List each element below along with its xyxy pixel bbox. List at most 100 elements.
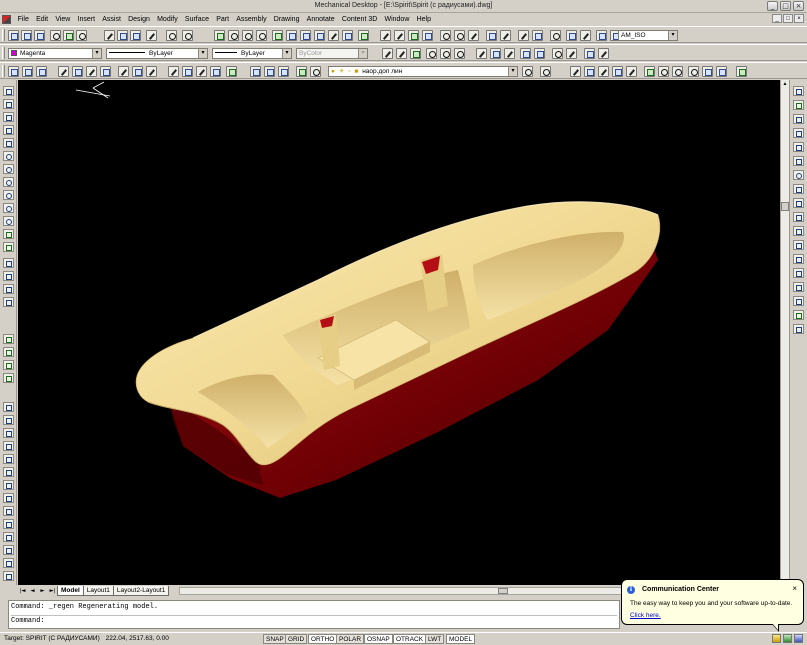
dim-tool-11-icon[interactable] <box>534 48 545 59</box>
dim-tool-13-icon[interactable] <box>566 48 577 59</box>
modify-tool-10-icon[interactable] <box>3 467 14 477</box>
ellipse-arc-icon[interactable] <box>3 216 14 226</box>
menu-surface[interactable]: Surface <box>181 16 212 23</box>
find-icon[interactable] <box>76 30 87 41</box>
help-icon[interactable] <box>358 30 369 41</box>
menu-drawing[interactable]: Drawing <box>270 16 303 23</box>
preview-icon[interactable] <box>63 30 74 41</box>
tray-lock-icon[interactable] <box>783 634 792 643</box>
sheet-set-icon[interactable] <box>314 30 325 41</box>
model-toggle[interactable]: MODEL <box>446 634 476 644</box>
undo-2-icon[interactable] <box>522 66 533 77</box>
dim-tool-4-icon[interactable] <box>426 48 437 59</box>
linetype-select[interactable]: ByLayer ▾ <box>106 48 208 59</box>
mech-tool-6-icon[interactable] <box>644 66 655 77</box>
right-tool-6-icon[interactable] <box>793 156 804 166</box>
modify-tool-5-icon[interactable] <box>3 402 14 412</box>
dim-tool-8-icon[interactable] <box>490 48 501 59</box>
copy-icon[interactable] <box>117 30 128 41</box>
menu-part[interactable]: Part <box>213 16 233 23</box>
redo-icon[interactable] <box>182 30 193 41</box>
plotstyle-select[interactable]: ByColor ▾ <box>296 48 368 59</box>
new-file-icon[interactable] <box>8 30 19 41</box>
osnap-toggle[interactable]: OSNAP <box>364 634 393 644</box>
polar-toggle[interactable]: POLAR <box>336 634 365 644</box>
tab-first-icon[interactable]: |◄ <box>18 587 27 596</box>
menu-design[interactable]: Design <box>125 16 154 23</box>
command-area[interactable]: Command: _regen Regenerating model. Comm… <box>8 600 620 629</box>
markup-icon[interactable] <box>328 30 339 41</box>
arc-icon[interactable] <box>3 151 14 161</box>
assembly-icon[interactable] <box>566 30 577 41</box>
communication-center-icon[interactable] <box>772 634 781 643</box>
mech-tool-8-icon[interactable] <box>672 66 683 77</box>
desktop-tool-10-icon[interactable] <box>146 66 157 77</box>
modify-tool-8-icon[interactable] <box>3 441 14 451</box>
menu-insert[interactable]: Insert <box>74 16 99 23</box>
calculator-icon[interactable] <box>342 30 353 41</box>
mech-tool-7-icon[interactable] <box>658 66 669 77</box>
layer-dropdown-icon[interactable]: ▾ <box>508 67 517 76</box>
surface-icon[interactable] <box>408 30 419 41</box>
menu-modify[interactable]: Modify <box>154 16 182 23</box>
desktop-tool-11-icon[interactable] <box>168 66 179 77</box>
desktop-tool-4-icon[interactable] <box>58 66 69 77</box>
vertical-scrollbar[interactable]: ▲ ▼ <box>780 80 789 585</box>
vertical-scroll-thumb[interactable] <box>781 202 789 211</box>
horizontal-scroll-thumb[interactable] <box>498 588 509 594</box>
cut-icon[interactable] <box>104 30 115 41</box>
mech-tool-9-icon[interactable] <box>688 66 699 77</box>
menu-edit[interactable]: Edit <box>32 16 51 23</box>
design-center-icon[interactable] <box>286 30 297 41</box>
modify-tool-6-icon[interactable] <box>3 415 14 425</box>
desktop-tool-6-icon[interactable] <box>86 66 97 77</box>
minimize-button[interactable]: _ <box>767 1 778 11</box>
right-tool-11-icon[interactable] <box>793 226 804 236</box>
snap-toggle[interactable]: SNAP <box>263 634 287 644</box>
layer-save-icon[interactable] <box>278 66 289 77</box>
menu-view[interactable]: View <box>52 16 74 23</box>
modify-tool-3-icon[interactable] <box>3 360 14 370</box>
spline-icon[interactable] <box>3 190 14 200</box>
toolbar-grip[interactable] <box>2 29 5 41</box>
modify-tool-14-icon[interactable] <box>3 519 14 529</box>
redo-2-icon[interactable] <box>540 66 551 77</box>
chamfer-icon[interactable] <box>532 30 543 41</box>
desktop-tool-12-icon[interactable] <box>182 66 193 77</box>
modify-tool-13-icon[interactable] <box>3 506 14 516</box>
right-tool-17-icon[interactable] <box>793 310 804 320</box>
rectangle-icon[interactable] <box>3 138 14 148</box>
hatch-icon[interactable] <box>3 271 14 281</box>
lineweight-dropdown-icon[interactable]: ▾ <box>282 49 291 58</box>
tool-palettes-icon[interactable] <box>300 30 311 41</box>
pan-icon[interactable] <box>214 30 225 41</box>
layer-manager-icon[interactable] <box>296 66 307 77</box>
construction-line-icon[interactable] <box>3 99 14 109</box>
right-tool-4-icon[interactable] <box>793 128 804 138</box>
modify-tool-4-icon[interactable] <box>3 373 14 383</box>
zoom-realtime-icon[interactable] <box>228 30 239 41</box>
tab-model[interactable]: Model <box>57 586 84 596</box>
desktop-tool-15-icon[interactable] <box>226 66 237 77</box>
dim-tool-14-icon[interactable] <box>584 48 595 59</box>
modify-tool-11-icon[interactable] <box>3 480 14 490</box>
dimstyle-dropdown-icon[interactable]: ▾ <box>668 31 677 40</box>
mech-tool-2-icon[interactable] <box>584 66 595 77</box>
drawing-view-icon[interactable] <box>596 30 607 41</box>
right-tool-5-icon[interactable] <box>793 142 804 152</box>
desktop-tool-14-icon[interactable] <box>210 66 221 77</box>
modify-tool-12-icon[interactable] <box>3 493 14 503</box>
dim-tool-2-icon[interactable] <box>396 48 407 59</box>
model-viewport[interactable] <box>18 80 780 585</box>
right-tool-16-icon[interactable] <box>793 296 804 306</box>
right-tool-3-icon[interactable] <box>793 114 804 124</box>
zoom-previous-icon[interactable] <box>256 30 267 41</box>
circle-icon[interactable] <box>3 164 14 174</box>
layer-states-icon[interactable] <box>310 66 321 77</box>
app-menu-icon[interactable] <box>2 14 11 24</box>
layer-open-icon[interactable] <box>264 66 275 77</box>
right-tool-13-icon[interactable] <box>793 254 804 264</box>
mech-help-icon[interactable] <box>736 66 747 77</box>
make-block-icon[interactable] <box>3 242 14 252</box>
dimension-aligned-icon[interactable] <box>394 30 405 41</box>
